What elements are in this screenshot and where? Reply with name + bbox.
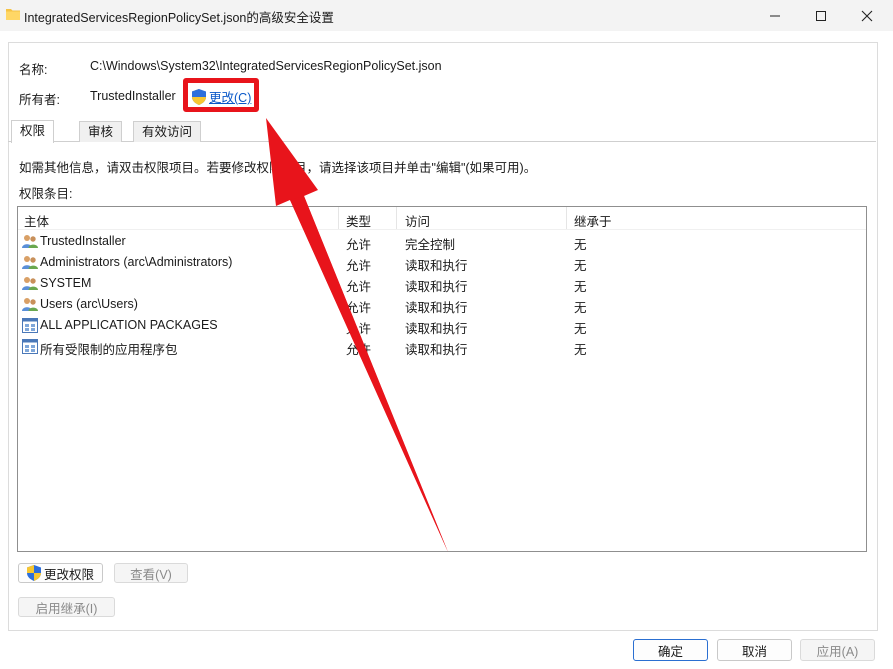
- app-package-icon: [22, 318, 38, 333]
- users-icon: [22, 256, 38, 269]
- users-icon: [22, 298, 38, 311]
- list-header: 主体 类型 访问 继承于: [18, 207, 866, 230]
- column-separator[interactable]: [396, 207, 397, 229]
- column-separator[interactable]: [566, 207, 567, 229]
- inherited-cell: 无: [574, 280, 587, 294]
- ok-button[interactable]: 确定: [633, 639, 708, 661]
- access-cell: 读取和执行: [405, 301, 468, 315]
- principal-cell: SYSTEM: [40, 276, 92, 290]
- table-row[interactable]: SYSTEM 允许 读取和执行 无: [18, 273, 866, 294]
- owner-label: 所有者:: [19, 93, 60, 107]
- access-cell: 读取和执行: [405, 343, 468, 357]
- apply-button[interactable]: 应用(A): [800, 639, 875, 661]
- highlight-annotation: [183, 78, 259, 112]
- access-cell: 完全控制: [405, 238, 456, 252]
- tab-auditing[interactable]: 审核: [79, 121, 123, 142]
- name-value: C:\Windows\System32\IntegratedServicesRe…: [90, 59, 442, 73]
- principal-cell: ALL APPLICATION PACKAGES: [40, 318, 218, 332]
- column-access[interactable]: 访问: [405, 211, 430, 230]
- column-type[interactable]: 类型: [346, 211, 371, 230]
- type-cell: 允许: [346, 238, 372, 252]
- inherited-cell: 无: [574, 259, 587, 273]
- minimize-icon: [770, 15, 780, 16]
- change-permissions-label: 更改权限: [43, 567, 94, 582]
- inherited-cell: 无: [574, 301, 587, 315]
- close-button[interactable]: [844, 0, 890, 31]
- permission-entries-list[interactable]: 主体 类型 访问 继承于 TrustedInstaller 允许 完全控制 无 …: [17, 206, 867, 552]
- inherited-cell: 无: [574, 343, 587, 357]
- view-button[interactable]: 查看(V): [114, 563, 188, 583]
- cancel-button[interactable]: 取消: [717, 639, 792, 661]
- table-row[interactable]: Administrators (arc\Administrators) 允许 读…: [18, 252, 866, 273]
- type-cell: 允许: [346, 280, 372, 294]
- access-cell: 读取和执行: [405, 280, 468, 294]
- column-principal[interactable]: 主体: [24, 211, 49, 230]
- change-permissions-button[interactable]: 更改权限: [18, 563, 103, 583]
- app-package-icon: [22, 339, 38, 354]
- tab-effective-access[interactable]: 有效访问: [133, 121, 202, 142]
- column-inherited-from[interactable]: 继承于: [574, 211, 612, 230]
- enable-inheritance-button[interactable]: 启用继承(I): [18, 597, 115, 617]
- owner-value: TrustedInstaller: [90, 89, 176, 103]
- close-icon: [861, 10, 873, 21]
- instructions-text: 如需其他信息，请双击权限项目。若要修改权限项目，请选择该项目并单击"编辑"(如果…: [19, 161, 537, 175]
- table-row[interactable]: Users (arc\Users) 允许 读取和执行 无: [18, 294, 866, 315]
- name-label: 名称:: [19, 63, 48, 77]
- column-separator[interactable]: [338, 207, 339, 229]
- maximize-button[interactable]: [798, 0, 844, 31]
- uac-shield-icon: [26, 565, 41, 581]
- users-icon: [22, 277, 38, 290]
- principal-cell: TrustedInstaller: [40, 234, 126, 248]
- table-row[interactable]: ALL APPLICATION PACKAGES 允许 读取和执行 无: [18, 315, 866, 336]
- type-cell: 允许: [346, 259, 372, 273]
- window-title: IntegratedServicesRegionPolicySet.json的高…: [24, 11, 334, 25]
- inherited-cell: 无: [574, 322, 587, 336]
- principal-cell: Users (arc\Users): [40, 297, 138, 311]
- title-bar: IntegratedServicesRegionPolicySet.json的高…: [0, 0, 893, 31]
- table-row[interactable]: 所有受限制的应用程序包 允许 读取和执行 无: [18, 336, 866, 357]
- access-cell: 读取和执行: [405, 322, 468, 336]
- table-row[interactable]: TrustedInstaller 允许 完全控制 无: [18, 231, 866, 252]
- maximize-icon: [816, 10, 826, 21]
- permission-entries-label: 权限条目:: [19, 187, 73, 201]
- principal-cell: 所有受限制的应用程序包: [40, 343, 178, 357]
- access-cell: 读取和执行: [405, 259, 468, 273]
- type-cell: 允许: [346, 322, 372, 336]
- principal-cell: Administrators (arc\Administrators): [40, 255, 233, 269]
- users-icon: [22, 235, 38, 248]
- folder-icon: [6, 9, 20, 20]
- inherited-cell: 无: [574, 238, 587, 252]
- type-cell: 允许: [346, 301, 372, 315]
- minimize-button[interactable]: [752, 0, 798, 31]
- type-cell: 允许: [346, 343, 372, 357]
- tab-permissions[interactable]: 权限: [11, 120, 55, 143]
